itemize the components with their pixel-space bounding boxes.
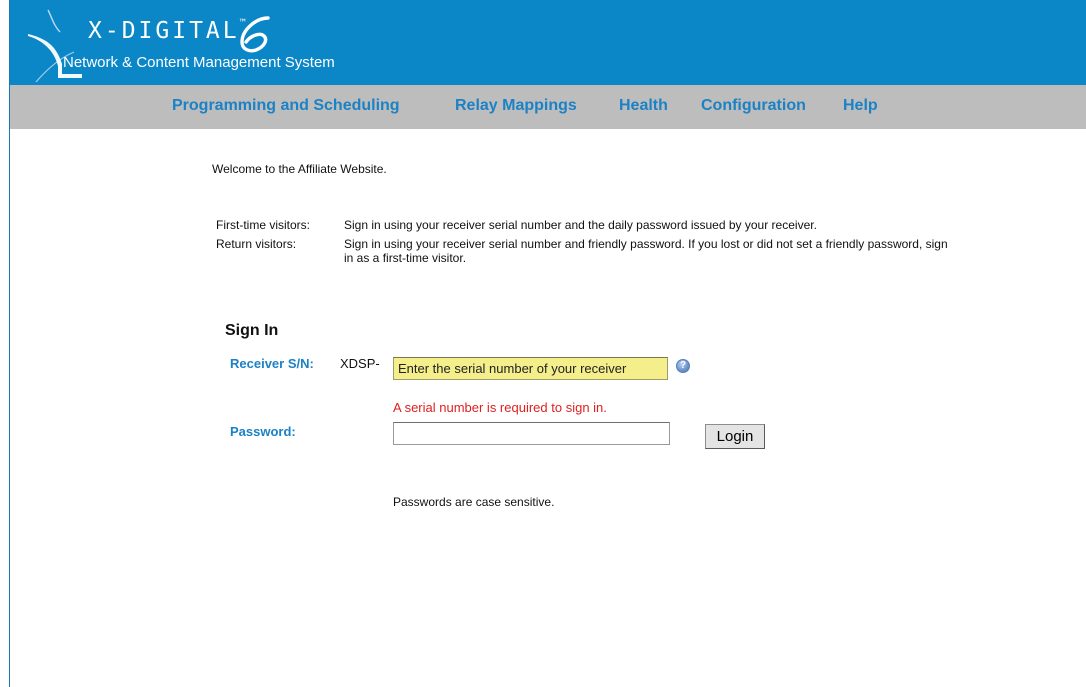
brand-name: X-DIGITAL <box>88 18 240 44</box>
site-header: X-DIGITAL™ Network & Content Management … <box>10 0 1086 85</box>
receiver-sn-label: Receiver S/N: <box>230 356 314 371</box>
sign-in-heading: Sign In <box>225 322 279 339</box>
serial-prefix: XDSP- <box>340 356 380 371</box>
password-input[interactable] <box>393 422 670 445</box>
password-label: Password: <box>230 424 296 439</box>
login-button[interactable]: Login <box>705 424 765 449</box>
nav-configuration[interactable]: Configuration <box>701 96 806 116</box>
serial-required-error: A serial number is required to sign in. <box>393 400 607 415</box>
header-subtitle: Network & Content Management System <box>63 54 335 71</box>
version-six-logo-icon <box>240 16 270 53</box>
first-time-visitors-text: Sign in using your receiver serial numbe… <box>344 218 817 232</box>
receiver-serial-input[interactable] <box>393 357 668 380</box>
nav-help[interactable]: Help <box>843 96 878 116</box>
nav-health[interactable]: Health <box>619 96 668 116</box>
welcome-message: Welcome to the Affiliate Website. <box>212 162 387 176</box>
main-navigation: Programming and Scheduling Relay Mapping… <box>10 85 1086 129</box>
brand-logo-text: X-DIGITAL™ <box>88 18 246 44</box>
case-sensitive-note: Passwords are case sensitive. <box>393 495 555 509</box>
nav-programming-and-scheduling[interactable]: Programming and Scheduling <box>172 96 400 116</box>
nav-relay-mappings[interactable]: Relay Mappings <box>455 96 577 116</box>
first-time-visitors-label: First-time visitors: <box>216 218 310 232</box>
return-visitors-text: Sign in using your receiver serial numbe… <box>344 237 948 265</box>
return-visitors-label: Return visitors: <box>216 237 297 251</box>
help-icon[interactable]: ? <box>676 359 690 373</box>
